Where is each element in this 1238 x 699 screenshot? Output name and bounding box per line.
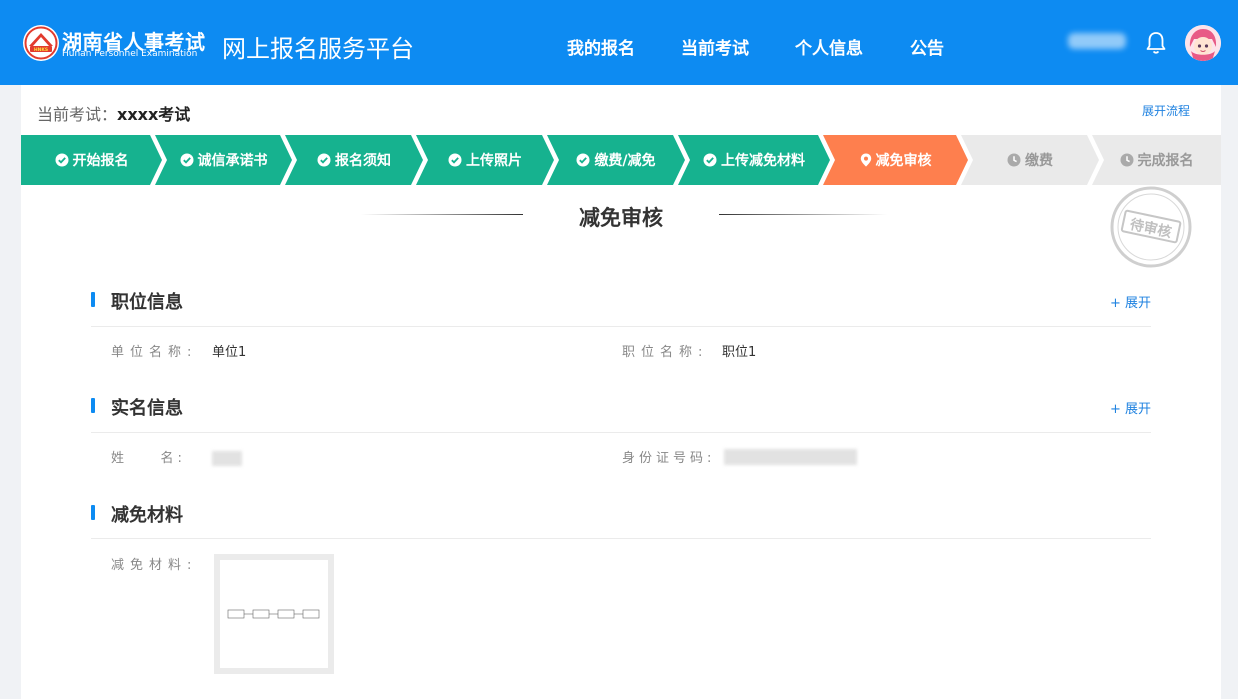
material-thumbnail[interactable] <box>214 554 334 674</box>
step-label: 减免审核 <box>875 153 932 169</box>
section-realname-expand[interactable]: + 展开 <box>1110 398 1151 417</box>
platform-title: 网上报名服务平台 <box>222 35 414 63</box>
section-position-expand[interactable]: + 展开 <box>1110 292 1151 311</box>
step-notice[interactable]: 报名须知 <box>285 135 423 185</box>
heading-divider-right <box>719 214 887 215</box>
step-label: 缴费 <box>1025 153 1053 169</box>
flowchart-thumbnail-icon <box>227 609 320 619</box>
current-exam-name: xxxx考试 <box>117 105 191 124</box>
name-label: 姓 名: <box>111 451 186 466</box>
page-title: 减免审核 <box>579 206 663 230</box>
nav-announcement[interactable]: 公告 <box>910 34 944 59</box>
section-position-title: 职位信息 <box>91 288 183 314</box>
nav-current-exam[interactable]: 当前考试 <box>681 34 749 59</box>
clock-icon <box>1120 153 1134 167</box>
username-redacted[interactable] <box>1068 33 1126 49</box>
step-label: 完成报名 <box>1137 153 1194 169</box>
section-material-title: 减免材料 <box>91 501 183 527</box>
name-value-redacted <box>212 451 242 466</box>
step-fee-waiver[interactable]: 缴费/减免 <box>547 135 685 185</box>
post-name-label: 职位名称: <box>622 345 709 360</box>
current-exam-label: 当前考试： <box>37 105 118 124</box>
progress-steps: 开始报名 诚信承诺书 报名须知 上传照片 缴费/减免 上传减免材料 减免审核 缴… <box>21 135 1221 185</box>
id-number-label: 身份证号码: <box>622 451 716 466</box>
brand-subtitle: Hunan Personnel Examination <box>62 49 198 59</box>
id-number-redacted <box>724 449 857 465</box>
user-avatar[interactable] <box>1185 25 1221 61</box>
expand-flow-link[interactable]: 展开流程 <box>1142 102 1190 119</box>
location-pin-icon <box>860 153 872 167</box>
main-card: 当前考试：xxxx考试 展开流程 开始报名 诚信承诺书 报名须知 上传照片 缴费… <box>21 85 1221 699</box>
step-label: 报名须知 <box>335 153 391 169</box>
unit-name-value: 单位1 <box>212 345 247 360</box>
divider <box>91 538 1151 539</box>
check-circle-icon <box>448 153 462 167</box>
hnks-logo: HNKS <box>23 25 59 61</box>
step-waiver-review[interactable]: 减免审核 <box>823 135 968 185</box>
check-circle-icon <box>55 153 69 167</box>
divider <box>91 326 1151 327</box>
step-integrity-pledge[interactable]: 诚信承诺书 <box>155 135 292 185</box>
post-name-value: 职位1 <box>722 345 757 360</box>
step-label: 上传照片 <box>466 153 522 169</box>
step-start[interactable]: 开始报名 <box>21 135 162 185</box>
check-circle-icon <box>576 153 590 167</box>
nav-personal-info[interactable]: 个人信息 <box>795 34 863 59</box>
current-exam: 当前考试：xxxx考试 <box>37 101 190 125</box>
step-label: 开始报名 <box>72 153 129 169</box>
material-label: 减免材料: <box>111 558 198 573</box>
step-label: 上传减免材料 <box>721 153 805 169</box>
step-label: 诚信承诺书 <box>197 153 268 169</box>
logo-text: HNKS <box>34 47 48 53</box>
step-complete[interactable]: 完成报名 <box>1092 135 1221 185</box>
pending-review-stamp: 待审核 <box>1110 186 1192 268</box>
check-circle-icon <box>317 153 331 167</box>
material-image <box>220 560 328 668</box>
bell-icon[interactable] <box>1145 31 1167 55</box>
step-upload-photo[interactable]: 上传照片 <box>416 135 554 185</box>
avatar-icon <box>1185 25 1221 61</box>
step-label: 缴费/减免 <box>594 153 656 169</box>
clock-icon <box>1007 153 1021 167</box>
step-payment[interactable]: 缴费 <box>961 135 1099 185</box>
step-upload-waiver-material[interactable]: 上传减免材料 <box>678 135 830 185</box>
divider <box>91 432 1151 433</box>
unit-name-label: 单位名称: <box>111 345 198 360</box>
section-realname-title: 实名信息 <box>91 394 183 420</box>
nav-my-registration[interactable]: 我的报名 <box>567 34 635 59</box>
top-header: HNKS 湖南省人事考试 Hunan Personnel Examination… <box>0 0 1238 85</box>
check-circle-icon <box>180 153 194 167</box>
check-circle-icon <box>703 153 717 167</box>
